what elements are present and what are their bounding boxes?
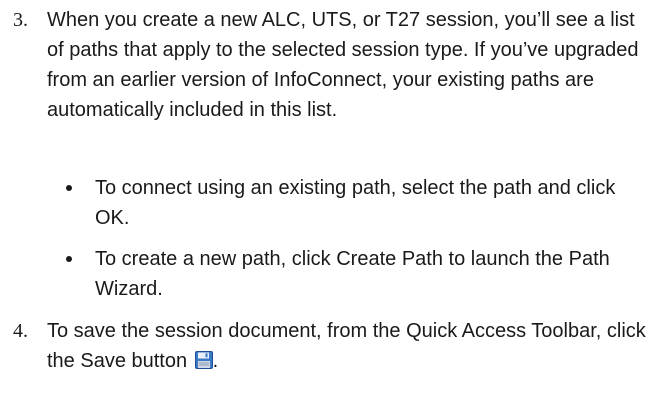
- bullet-item: To create a new path, click Create Path …: [0, 244, 657, 304]
- step-text: When you create a new ALC, UTS, or T27 s…: [47, 9, 639, 121]
- bullet-item: To connect using an existing path, selec…: [0, 173, 657, 233]
- bullet-dot-icon: [66, 185, 72, 191]
- step-number: 4.: [13, 320, 28, 342]
- bullet-text: To connect using an existing path, selec…: [95, 177, 616, 229]
- step-3: 3. When you create a new ALC, UTS, or T2…: [0, 5, 657, 125]
- step-text-body: To save the session document, from the Q…: [47, 320, 646, 372]
- bullet-text: To create a new path, click Create Path …: [95, 248, 610, 300]
- step-4: 4. To save the session document, from th…: [0, 316, 657, 376]
- step-text-trailing: .: [212, 350, 219, 372]
- step-number: 3.: [13, 9, 28, 31]
- step-text: To save the session document, from the Q…: [47, 316, 647, 376]
- save-icon: [194, 348, 213, 369]
- bullet-dot-icon: [66, 256, 72, 262]
